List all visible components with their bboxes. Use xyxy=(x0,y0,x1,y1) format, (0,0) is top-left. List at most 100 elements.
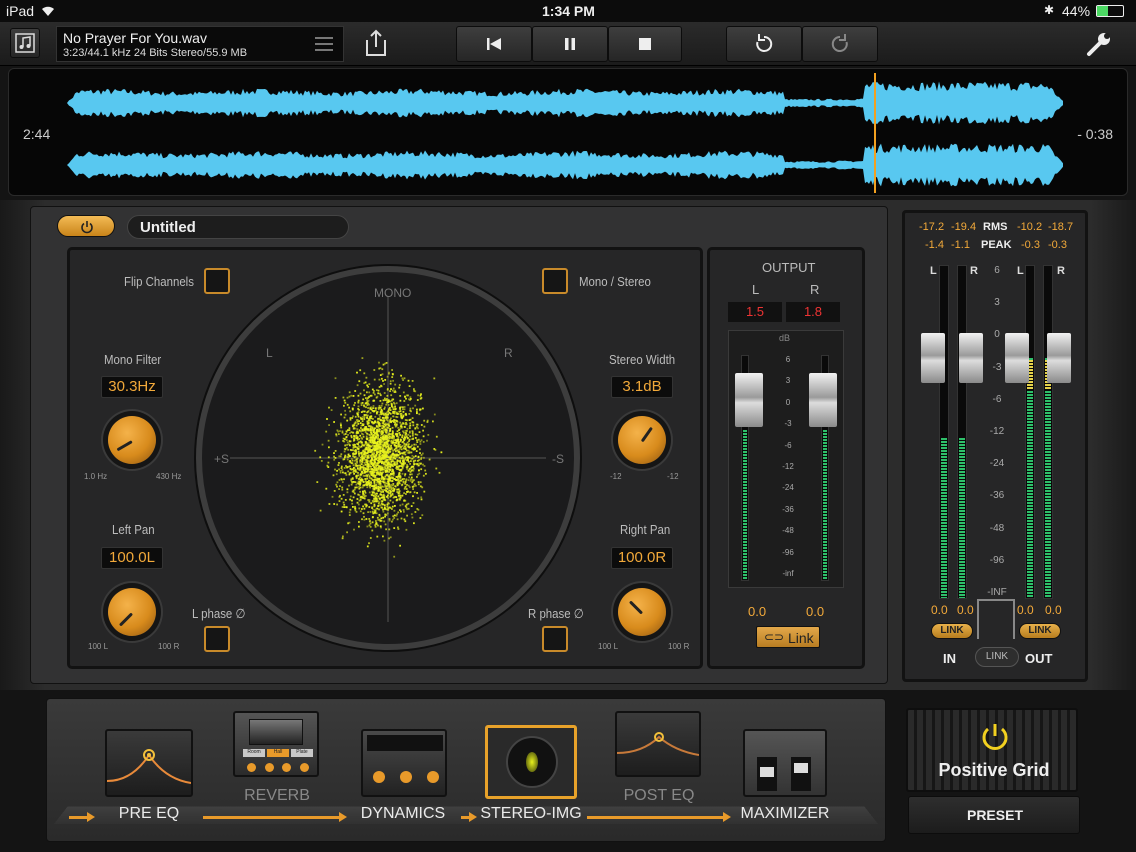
music-note-icon xyxy=(15,33,35,53)
scope-plus-s-label: +S xyxy=(214,452,230,466)
flip-channels-label: Flip Channels xyxy=(124,274,194,289)
dynamics-label[interactable]: DYNAMICS xyxy=(355,805,451,823)
waveform-display[interactable]: 2:44 - 0:38 xyxy=(8,68,1128,196)
pre-eq-module[interactable] xyxy=(105,729,193,797)
left-pan-max: 100 R xyxy=(158,642,180,651)
out-meter-l xyxy=(1025,265,1035,599)
reverb-module[interactable]: Room Hall Plate xyxy=(233,711,319,777)
out-link-button[interactable]: LINK xyxy=(1019,623,1061,639)
playhead[interactable] xyxy=(873,73,876,193)
redo-button[interactable] xyxy=(802,26,878,62)
stereo-img-label[interactable]: STEREO-IMG xyxy=(473,805,589,823)
reverb-buttons: Room Hall Plate xyxy=(243,749,313,757)
mono-filter-knob[interactable] xyxy=(108,416,156,464)
output-l-label: L xyxy=(752,282,760,297)
right-pan-min: 100 L xyxy=(598,642,619,651)
scope-l-label: L xyxy=(266,346,273,360)
menu-icon[interactable] xyxy=(315,36,333,52)
power-toggle[interactable] xyxy=(57,215,115,237)
scale-tick: -36 xyxy=(782,504,794,514)
in-l-value: 0.0 xyxy=(931,603,948,617)
clock: 1:34 PM xyxy=(542,3,595,19)
stereo-img-module[interactable] xyxy=(485,725,577,799)
preset-name: Untitled xyxy=(140,219,196,236)
file-info: 3:23/44.1 kHz 24 Bits Stereo/55.9 MB xyxy=(63,47,248,59)
maximizer-label[interactable]: MAXIMIZER xyxy=(737,805,833,823)
output-link-button[interactable]: ⊂⊃ Link xyxy=(756,626,820,648)
output-r-peak: 1.8 xyxy=(786,302,840,322)
left-pan-knob[interactable] xyxy=(108,588,156,636)
output-meter-box: dB 6 3 0 -3 -6 -12 -24 -36 -48 -96 -inf xyxy=(728,330,844,588)
pre-eq-label[interactable]: PRE EQ xyxy=(109,805,189,823)
stereo-width-knob[interactable] xyxy=(618,416,666,464)
preset-button[interactable]: PRESET xyxy=(908,796,1080,834)
dynamics-display xyxy=(367,735,443,751)
in-peak-r: -1.1 xyxy=(951,239,970,251)
skip-back-button[interactable] xyxy=(456,26,532,62)
right-pan-knob[interactable] xyxy=(618,588,666,636)
output-fader-l[interactable] xyxy=(735,373,763,427)
reverb-hall-button[interactable]: Hall xyxy=(267,749,289,757)
settings-button[interactable] xyxy=(1086,31,1112,62)
scale-tick: -12 xyxy=(989,426,1005,437)
output-fader-r[interactable] xyxy=(809,373,837,427)
power-brand-panel[interactable]: Positive Grid xyxy=(906,708,1078,792)
reverb-label[interactable]: REVERB xyxy=(237,787,317,805)
file-info-box[interactable]: No Prayer For You.wav 3:23/44.1 kHz 24 B… xyxy=(56,26,344,62)
in-link-button[interactable]: LINK xyxy=(931,623,973,639)
scope-mono-label: MONO xyxy=(374,286,412,300)
output-section: OUTPUT L R 1.5 1.8 dB 6 3 0 -3 -6 -12 -24 -36 -4… xyxy=(707,247,865,669)
reverb-room-button[interactable]: Room xyxy=(243,749,265,757)
right-pan-display: 100.0R xyxy=(611,547,673,569)
out-fader-r[interactable] xyxy=(1047,333,1071,383)
undo-button[interactable] xyxy=(726,26,802,62)
rms-label: RMS xyxy=(983,221,1008,233)
vectorscope-points xyxy=(230,296,546,622)
reverb-room-graphic xyxy=(249,719,303,745)
pause-button[interactable] xyxy=(532,26,608,62)
share-icon xyxy=(366,29,386,56)
output-l-value: 0.0 xyxy=(748,604,767,619)
in-fader-r[interactable] xyxy=(959,333,983,383)
file-name: No Prayer For You.wav xyxy=(63,30,207,46)
post-eq-curve-icon xyxy=(617,732,699,756)
out-fader-l[interactable] xyxy=(1005,333,1029,383)
post-eq-module[interactable] xyxy=(615,711,701,777)
battery-icon xyxy=(1096,5,1124,17)
stereo-width-label: Stereo Width xyxy=(609,352,676,367)
waveform-graph xyxy=(67,81,1063,187)
in-fader-l[interactable] xyxy=(921,333,945,383)
stereo-width-max: -12 xyxy=(667,472,679,481)
power-icon-brand xyxy=(982,724,1008,750)
share-button[interactable] xyxy=(362,28,390,63)
left-pan-display: 100.0L xyxy=(101,547,163,569)
status-bar: iPad 1:34 PM ✱ 44% xyxy=(0,0,1136,22)
reverb-plate-button[interactable]: Plate xyxy=(291,749,313,757)
scale-tick: -6 xyxy=(784,440,792,450)
scale-tick: -6 xyxy=(992,393,1002,405)
chain-arrow-1 xyxy=(69,812,95,822)
master-link-button[interactable]: LINK xyxy=(975,647,1019,667)
out-r-label: R xyxy=(1057,265,1065,277)
music-library-button[interactable] xyxy=(10,28,40,58)
out-l-value: 0.0 xyxy=(1017,603,1034,617)
eq-curve-icon xyxy=(107,749,191,784)
master-scale: 6 3 0 -3 -6 -12 -24 -36 -48 -96 -INF xyxy=(973,265,1021,599)
preset-name-field[interactable]: Untitled xyxy=(127,215,349,239)
post-eq-label[interactable]: POST EQ xyxy=(619,787,699,805)
scale-tick: -24 xyxy=(989,458,1005,470)
scale-tick: 6 xyxy=(785,355,791,364)
dynamics-module[interactable] xyxy=(361,729,447,797)
skip-back-icon xyxy=(487,38,501,50)
scale-tick: -96 xyxy=(989,554,1005,566)
stop-button[interactable] xyxy=(608,26,682,62)
mono-filter-label: Mono Filter xyxy=(104,352,162,367)
scale-tick: 3 xyxy=(994,297,1000,309)
scale-tick: -INF xyxy=(987,587,1007,598)
wifi-icon xyxy=(42,6,54,16)
out-r-value: 0.0 xyxy=(1045,603,1062,617)
maximizer-module[interactable] xyxy=(743,729,827,797)
undo-icon xyxy=(756,34,773,52)
chain-arrow-3 xyxy=(461,812,477,822)
mono-filter-display: 30.3Hz xyxy=(101,376,163,398)
